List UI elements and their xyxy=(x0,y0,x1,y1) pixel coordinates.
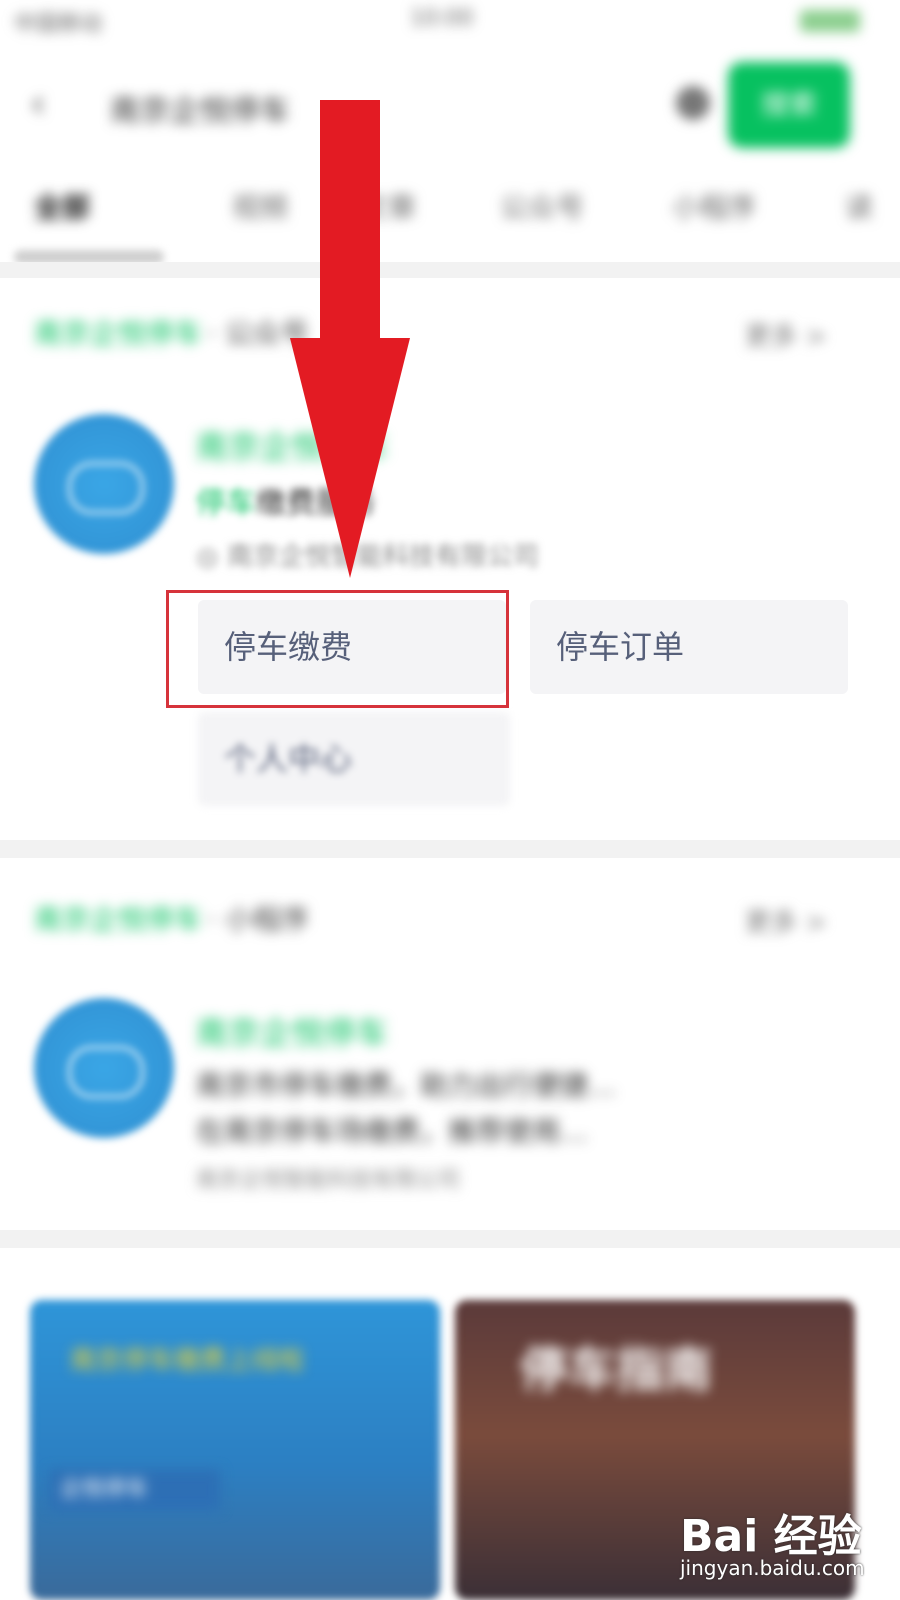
watermark: Bai 经验 jingyan.baidu.com xyxy=(680,1500,890,1590)
back-arrow-icon[interactable]: ‹ xyxy=(30,82,66,126)
mini-program-org: 南京企悦智能科技有限公司 xyxy=(196,1168,461,1193)
battery-icon xyxy=(800,10,860,32)
clock: 10:00 xyxy=(410,6,474,31)
annotation-highlight-box xyxy=(166,590,509,708)
annotation-arrow-icon xyxy=(290,100,410,578)
account-logo[interactable] xyxy=(34,414,174,554)
mini-program-desc-line2: 在南京停车场缴费，推荐使用… xyxy=(196,1115,589,1148)
profile-button[interactable]: 个人中心 xyxy=(198,712,510,806)
clear-icon[interactable] xyxy=(676,86,710,120)
tab-mini-program[interactable]: 小程序 xyxy=(672,186,756,226)
section-divider xyxy=(0,1230,900,1248)
section-divider xyxy=(0,262,900,278)
section-header-mini-program: 南京企悦停车 · 小程序 xyxy=(34,898,454,938)
status-bar: 中国移动 10:00 xyxy=(0,0,900,44)
more-link[interactable]: 更多 > xyxy=(745,316,855,352)
watermark-logo: Bai 经验 xyxy=(680,1511,862,1562)
tab-all[interactable]: 全部 xyxy=(34,186,90,226)
mini-program-logo[interactable] xyxy=(34,998,174,1138)
section-type: · 小程序 xyxy=(207,903,309,936)
article-tag: 企悦停车 xyxy=(50,1470,220,1510)
section-title: 南京企悦停车 xyxy=(34,317,203,350)
article-headline: 南京停车缴费上线啦 xyxy=(70,1346,305,1376)
section-divider xyxy=(0,840,900,858)
mini-program-desc-line1: 南京市停车缴费，助力出行便捷… xyxy=(196,1069,617,1102)
more-link[interactable]: 更多 > xyxy=(745,902,855,938)
desc-highlight: 停车 xyxy=(196,486,256,521)
carrier-label: 中国移动 xyxy=(14,12,103,37)
article-headline: 停车指南 xyxy=(520,1342,713,1398)
watermark-url: jingyan.baidu.com xyxy=(680,1556,865,1580)
search-button[interactable]: 搜索 xyxy=(728,62,850,148)
parking-orders-button[interactable]: 停车订单 xyxy=(530,600,848,694)
tab-official-account[interactable]: 公众号 xyxy=(500,186,584,226)
tab-bar: 全部 视频 文章 公众号 小程序 读 xyxy=(0,170,900,240)
tab-more[interactable]: 读 xyxy=(845,186,873,226)
section-title: 南京企悦停车 xyxy=(34,903,203,936)
mini-program-name[interactable]: 南京企悦停车 xyxy=(196,1008,456,1052)
